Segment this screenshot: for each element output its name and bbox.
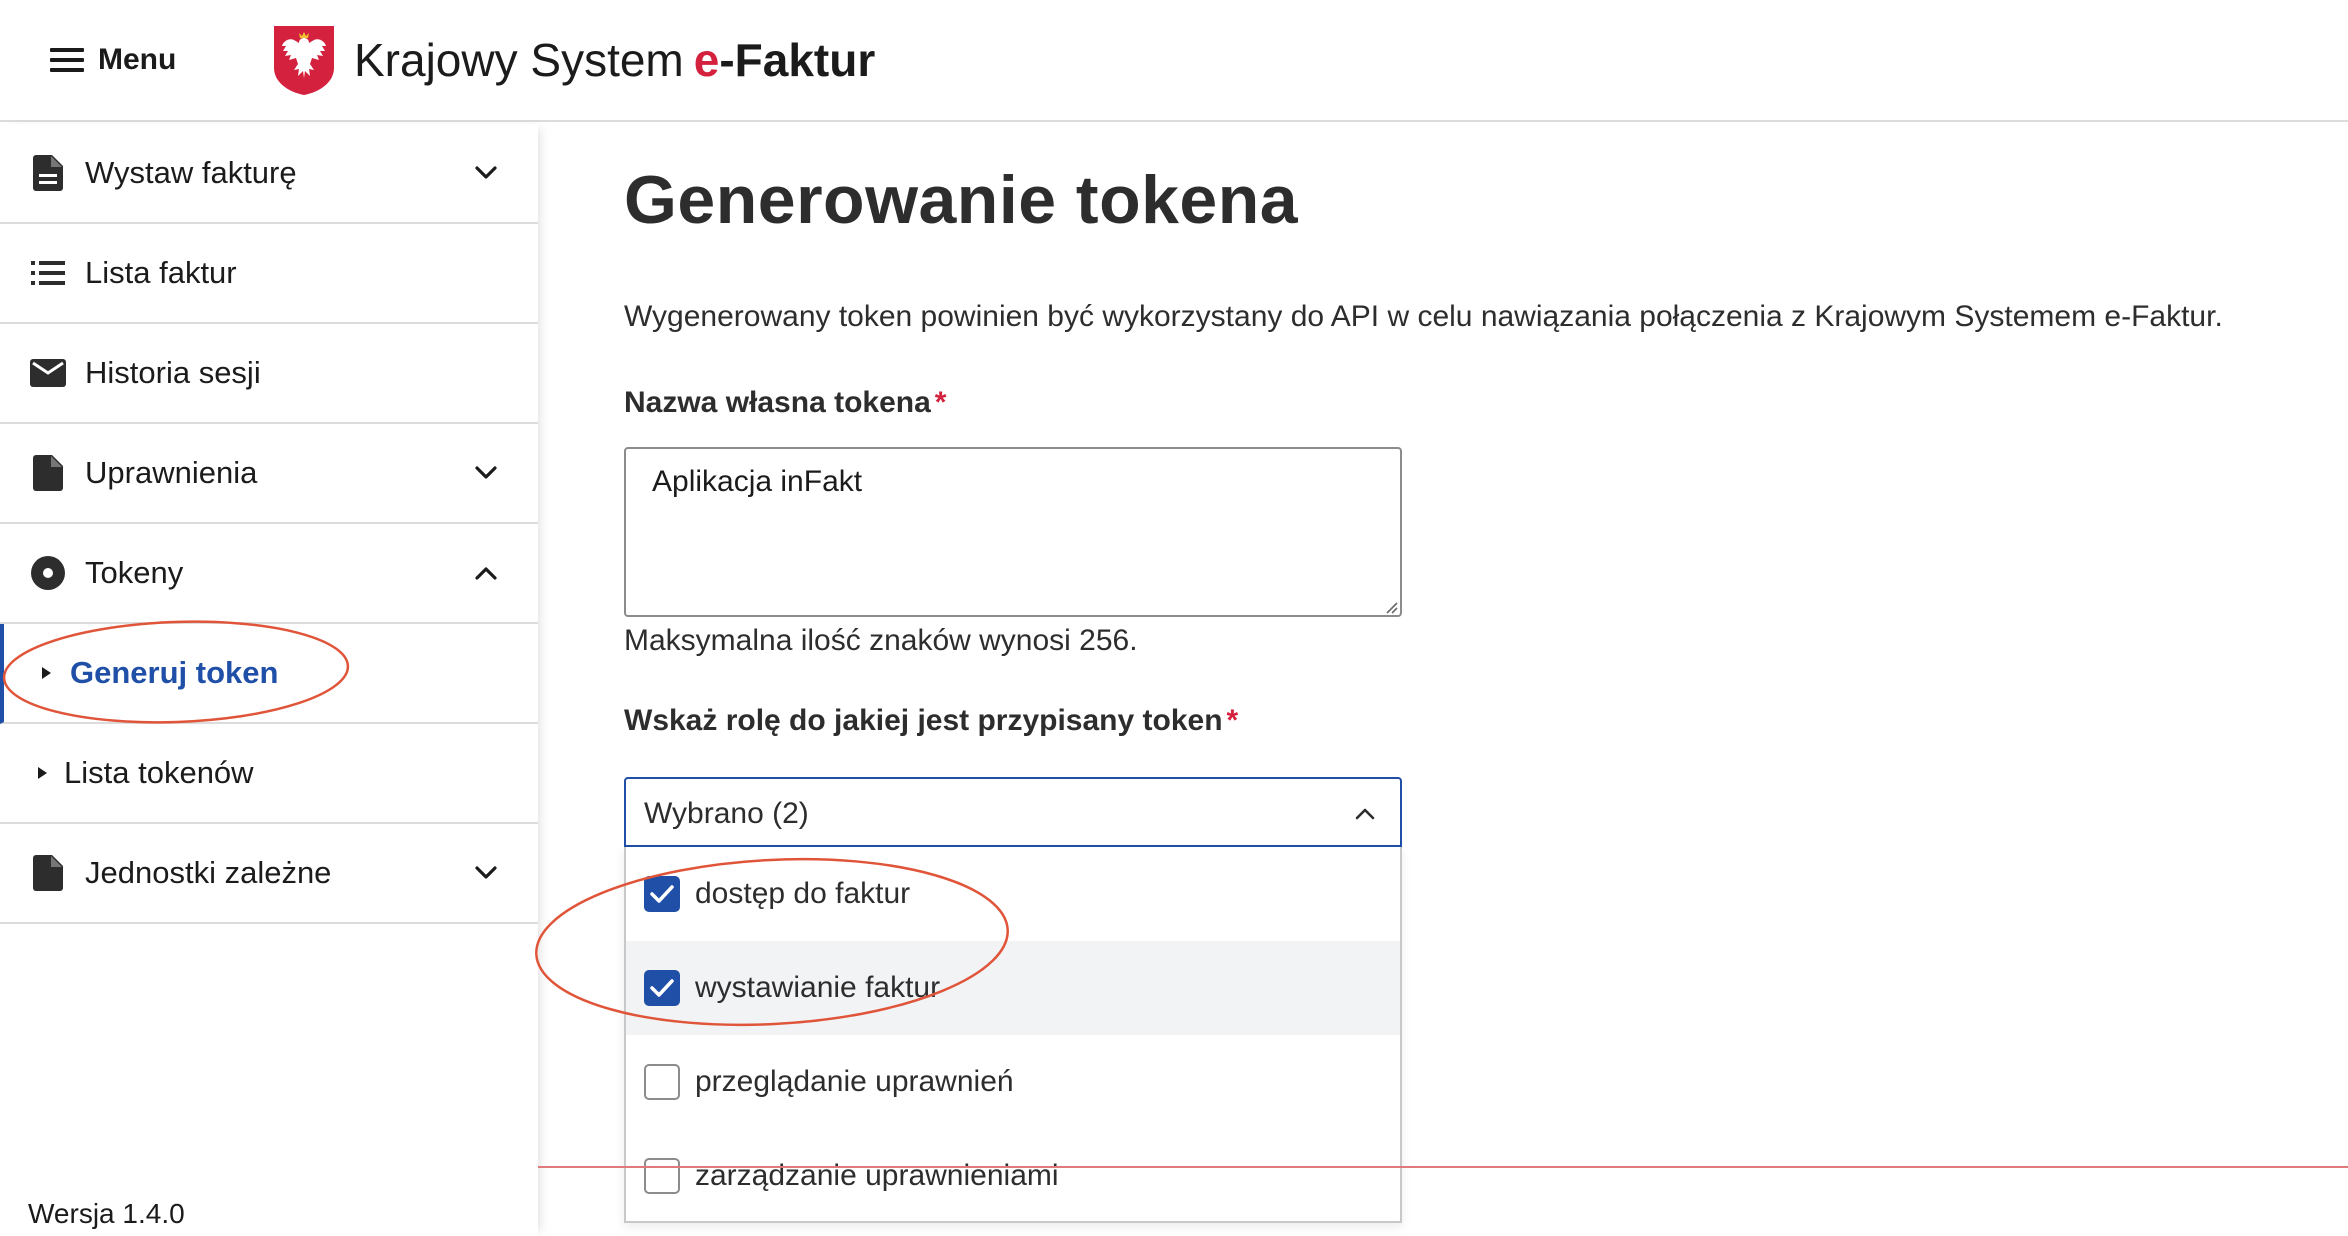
hamburger-icon (50, 48, 84, 72)
checkmark-icon (650, 979, 674, 997)
token-name-label: Nazwa własna tokena * (624, 386, 946, 420)
required-marker: * (934, 386, 947, 419)
divider-line (538, 1166, 2348, 1168)
app-title: Krajowy System e-Faktur (354, 30, 875, 90)
document-icon (30, 455, 66, 491)
role-option-przegladanie-uprawnien[interactable]: przeglądanie uprawnień (626, 1035, 1400, 1129)
list-icon (30, 255, 66, 291)
sidebar: Wystaw fakturę Lista faktur Historia ses… (0, 124, 538, 1236)
page-title: Generowanie tokena (624, 162, 1299, 238)
role-label: Wskaż rolę do jakiej jest przypisany tok… (624, 704, 1238, 738)
sidebar-item-wystaw-fakture[interactable]: Wystaw fakturę (0, 124, 538, 224)
sidebar-item-label: Jednostki zależne (85, 855, 332, 890)
disc-icon (30, 555, 66, 591)
mail-icon (30, 355, 66, 391)
role-option-dostep-do-faktur[interactable]: dostęp do faktur (626, 847, 1400, 941)
role-option-wystawianie-faktur[interactable]: wystawianie faktur (626, 941, 1400, 1035)
document-icon (30, 155, 66, 191)
role-label-text: Wskaż rolę do jakiej jest przypisany tok… (624, 704, 1223, 737)
app-title-brand-rest: -Faktur (719, 34, 876, 86)
chevron-up-icon (1355, 808, 1375, 820)
checkbox-checked[interactable] (644, 970, 680, 1006)
sidebar-item-lista-faktur[interactable]: Lista faktur (0, 224, 538, 324)
sidebar-item-label: Uprawnienia (85, 455, 258, 490)
checkmark-icon (650, 885, 674, 903)
sidebar-subitem-generuj-token[interactable]: Generuj token (0, 624, 538, 724)
sidebar-item-tokeny[interactable]: Tokeny (0, 524, 538, 624)
chevron-down-icon (475, 866, 497, 879)
role-option-zarzadzanie-uprawnieniami[interactable]: zarządzanie uprawnieniami (626, 1129, 1400, 1223)
sidebar-item-jednostki-zalezne[interactable]: Jednostki zależne (0, 824, 538, 924)
polish-eagle-emblem-icon (274, 26, 334, 95)
chevron-down-icon (475, 166, 497, 179)
checkbox-unchecked[interactable] (644, 1158, 680, 1194)
page-description: Wygenerowany token powinien być wykorzys… (624, 300, 2223, 333)
menu-button[interactable]: Menu (50, 38, 176, 82)
top-header: Menu Krajowy System e-Faktur (0, 0, 2348, 122)
menu-label: Menu (98, 43, 177, 76)
role-option-label: przeglądanie uprawnień (695, 1065, 1014, 1098)
chevron-down-icon (475, 466, 497, 479)
checkbox-checked[interactable] (644, 876, 680, 912)
role-option-label: wystawianie faktur (695, 971, 941, 1004)
token-name-textarea[interactable]: Aplikacja inFakt (624, 447, 1402, 617)
app-title-brand-e: e (693, 34, 720, 86)
sidebar-item-label: Historia sesji (85, 355, 261, 390)
sidebar-subitem-label: Lista tokenów (64, 755, 254, 790)
role-select-value: Wybrano (2) (644, 797, 809, 830)
chevron-up-icon (475, 567, 497, 580)
app-version: Wersja 1.4.0 (28, 1198, 185, 1229)
caret-right-icon (42, 667, 51, 679)
sidebar-item-label: Tokeny (85, 555, 184, 590)
app-title-plain: Krajowy System (354, 34, 684, 86)
sidebar-item-historia-sesji[interactable]: Historia sesji (0, 324, 538, 424)
role-select[interactable]: Wybrano (2) (624, 777, 1402, 847)
sidebar-item-uprawnienia[interactable]: Uprawnienia (0, 424, 538, 524)
sidebar-item-label: Wystaw fakturę (85, 155, 297, 190)
sidebar-item-label: Lista faktur (85, 255, 237, 290)
role-option-label: dostęp do faktur (695, 877, 911, 910)
sidebar-subitem-lista-tokenow[interactable]: Lista tokenów (0, 724, 538, 824)
document-icon (30, 855, 66, 891)
required-marker: * (1226, 704, 1239, 737)
role-option-label: zarządzanie uprawnieniami (695, 1159, 1059, 1192)
caret-right-icon (38, 767, 47, 779)
checkbox-unchecked[interactable] (644, 1064, 680, 1100)
token-name-hint: Maksymalna ilość znaków wynosi 256. (624, 624, 1138, 657)
resize-grip-icon[interactable] (1384, 600, 1398, 614)
token-name-label-text: Nazwa własna tokena (624, 386, 931, 419)
sidebar-subitem-label: Generuj token (70, 655, 279, 690)
